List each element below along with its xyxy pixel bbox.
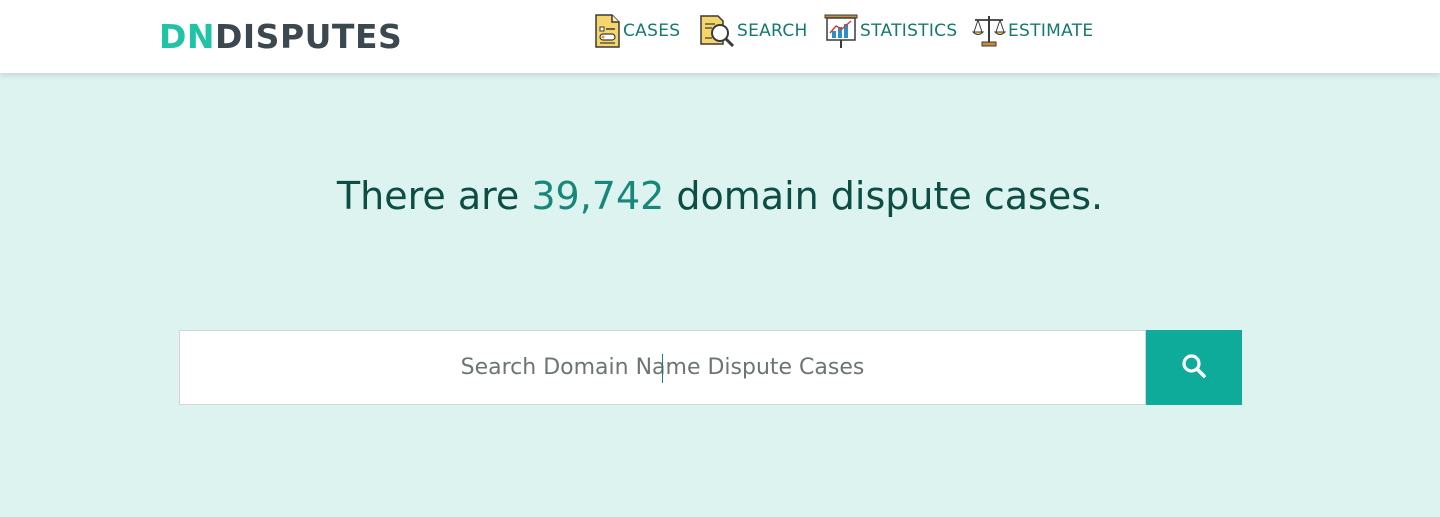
nav-statistics-label: STATISTICS [860, 21, 958, 41]
magnifier-document-icon [698, 13, 736, 49]
nav-cases-label: CASES [623, 21, 681, 41]
nav-cases[interactable]: CASES [592, 12, 680, 50]
site-logo[interactable]: DNDISPUTES [159, 17, 402, 57]
search-icon [1181, 353, 1207, 382]
document-icon [592, 13, 622, 49]
nav-search[interactable]: SEARCH [698, 12, 808, 50]
presentation-chart-icon [823, 12, 859, 50]
logo-dn: DN [159, 17, 216, 56]
logo-disputes: DISPUTES [215, 17, 403, 56]
hero-title: There are 39,742 domain dispute cases. [0, 170, 1440, 222]
search-box [179, 330, 1146, 405]
site-header: DNDISPUTES CASES SEARCH STATISTICS ESTIM… [0, 0, 1440, 73]
nav-search-label: SEARCH [737, 21, 808, 41]
nav-estimate-label: ESTIMATE [1008, 21, 1094, 41]
scales-icon [971, 13, 1007, 49]
case-count: 39,742 [531, 174, 665, 218]
hero-prefix: There are [336, 174, 532, 218]
hero-suffix: domain dispute cases. [664, 174, 1104, 218]
text-cursor [662, 354, 663, 383]
nav-statistics[interactable]: STATISTICS [823, 12, 957, 50]
search-button[interactable] [1146, 330, 1242, 405]
nav-estimate[interactable]: ESTIMATE [971, 12, 1093, 50]
